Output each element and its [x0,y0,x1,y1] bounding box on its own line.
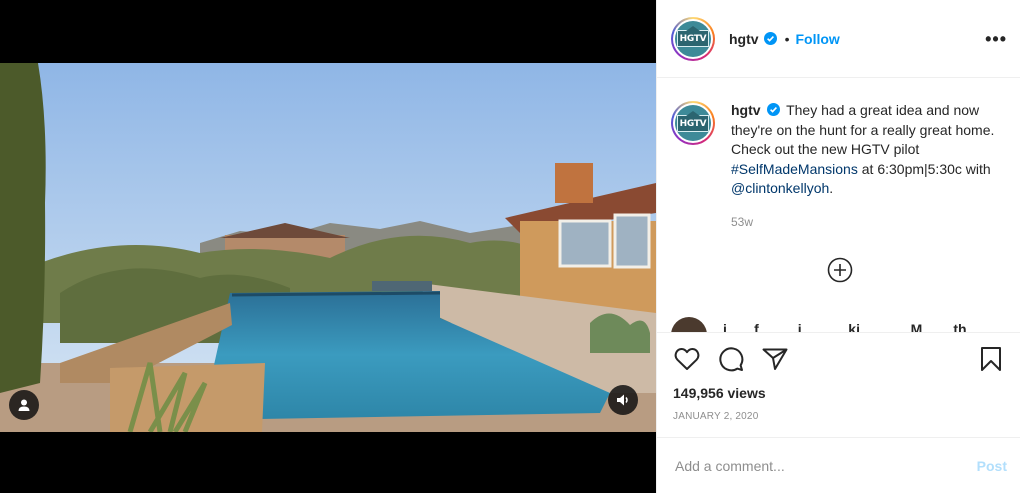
separator-dot: • [784,30,790,47]
comment-button[interactable] [717,345,745,373]
share-button[interactable] [761,345,789,373]
caption-body-2: at 6:30pm|5:30c with [857,160,991,177]
hgtv-logo: HGTV [676,26,710,47]
more-options-button[interactable]: ••• [985,29,1007,50]
avatar[interactable]: HGTV [671,16,715,61]
media-pane [0,0,656,493]
video-player[interactable] [0,63,656,432]
view-count: 149,956 views [673,385,766,401]
post-sidebar: HGTV hgtv • Follow ••• HGTV hgtv They ha… [656,0,1020,493]
caption-end: . [829,180,834,196]
caption: HGTV hgtv They had a great idea and now … [671,101,1005,199]
comment-text-partial: i _ _ f _ _ _ i _ _ _ _ki _ _ _ _ M_ _ _… [723,321,990,332]
user-tag-icon [18,399,30,411]
follow-button[interactable]: Follow [795,31,839,47]
speaker-icon [617,394,628,406]
add-comment-bar: Post [657,437,1020,493]
comment-input[interactable] [675,457,977,474]
caption-avatar[interactable]: HGTV [671,101,715,145]
post-date[interactable]: JANUARY 2, 2020 [673,411,1005,422]
comments-section[interactable]: HGTV hgtv They had a great idea and now … [657,79,1020,332]
comment-icon [719,347,744,372]
hgtv-logo: HGTV [676,110,710,132]
share-icon [762,348,788,370]
commenter-avatar[interactable] [671,317,707,332]
post-comment-button[interactable]: Post [977,458,1007,474]
hashtag-link[interactable]: #SelfMadeMansions [731,161,858,177]
load-more-comments-button[interactable] [827,257,853,283]
caption-text: hgtv They had a great idea and now they'… [731,101,1001,199]
sound-toggle-button[interactable] [608,385,638,415]
post-header: HGTV hgtv • Follow ••• [657,0,1020,78]
bookmark-icon [981,347,1001,371]
like-button[interactable] [673,345,701,373]
verified-badge-icon [767,103,781,116]
comment-item: i _ _ f _ _ _ i _ _ _ _ki _ _ _ _ M_ _ _… [671,317,990,332]
save-button[interactable] [977,345,1005,373]
caption-username[interactable]: hgtv [731,102,761,118]
video-frame [0,63,656,432]
action-icons [673,345,1005,373]
mention-link[interactable]: @clintonkellyoh [731,180,829,196]
post-actions: 149,956 views JANUARY 2, 2020 [657,332,1020,436]
plus-circle-icon [827,257,853,283]
tag-button[interactable] [9,390,39,420]
heart-icon [674,348,700,370]
caption-timestamp[interactable]: 53w [731,215,1005,229]
verified-badge-icon [763,32,777,45]
username-link[interactable]: hgtv [729,31,759,47]
